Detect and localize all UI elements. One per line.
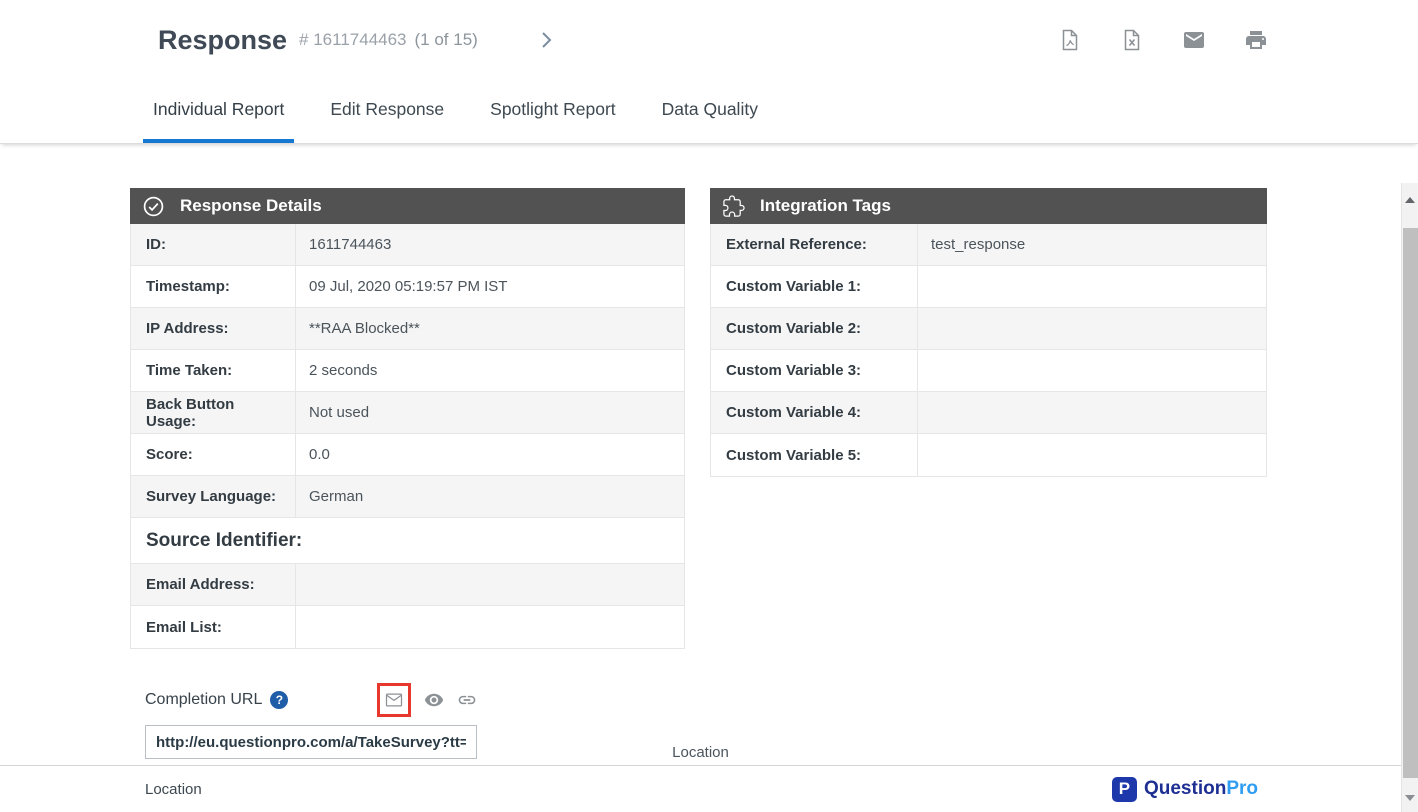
row-value: 2 seconds xyxy=(296,350,684,391)
tab-label: Data Quality xyxy=(662,99,758,120)
export-toolbar xyxy=(1058,28,1268,52)
row-label: Source Identifier: xyxy=(131,518,310,563)
row-label: Back Button Usage: xyxy=(131,392,296,433)
row-label: Email List: xyxy=(131,606,296,648)
report-tabs: Individual Report Edit Response Spotligh… xyxy=(0,80,1418,144)
table-row: External Reference: test_response xyxy=(711,224,1266,266)
row-value: test_response xyxy=(918,224,1266,265)
table-row: Custom Variable 2: xyxy=(711,308,1266,350)
row-value: 0.0 xyxy=(296,434,684,475)
row-value xyxy=(918,266,1266,307)
help-icon[interactable]: ? xyxy=(270,691,288,709)
envelope-icon xyxy=(384,690,404,710)
row-label: Custom Variable 4: xyxy=(711,392,918,433)
row-value xyxy=(296,606,684,648)
row-value: 1611744463 xyxy=(296,224,684,265)
row-value: 09 Jul, 2020 05:19:57 PM IST xyxy=(296,266,684,307)
chevron-right-icon xyxy=(534,28,558,52)
row-value xyxy=(296,564,684,605)
scroll-down-icon xyxy=(1405,795,1415,801)
brand-text-pro: Pro xyxy=(1226,778,1258,799)
questionpro-logo-mark: P xyxy=(1112,777,1137,802)
scroll-down-button[interactable] xyxy=(1402,789,1418,806)
scroll-up-icon xyxy=(1405,197,1415,203)
section-divider xyxy=(0,765,1403,766)
excel-export-icon[interactable] xyxy=(1120,28,1144,52)
print-icon[interactable] xyxy=(1244,28,1268,52)
footer-row: Location P QuestionPro xyxy=(145,775,1258,803)
completion-url-label: Completion URL xyxy=(145,691,262,709)
table-row: Score: 0.0 xyxy=(131,434,684,476)
tab-label: Edit Response xyxy=(330,99,444,120)
table-row: ID: 1611744463 xyxy=(131,224,684,266)
report-tab[interactable]: Edit Response xyxy=(320,80,454,143)
table-row: Custom Variable 5: xyxy=(711,434,1266,476)
response-details-panel: Response Details ID: 1611744463 Timestam… xyxy=(130,188,685,649)
row-value: Not used xyxy=(296,392,684,433)
scrollbar-thumb[interactable] xyxy=(1403,228,1418,778)
response-details-table: ID: 1611744463 Timestamp: 09 Jul, 2020 0… xyxy=(130,224,685,649)
puzzle-icon xyxy=(722,195,745,218)
table-row: Survey Language: German xyxy=(131,476,684,518)
row-value xyxy=(918,308,1266,349)
report-tab[interactable]: Individual Report xyxy=(143,80,294,143)
pdf-export-icon[interactable] xyxy=(1058,28,1082,52)
table-row: Custom Variable 1: xyxy=(711,266,1266,308)
copy-link-icon[interactable] xyxy=(457,690,477,710)
vertical-scrollbar[interactable] xyxy=(1401,183,1418,812)
row-value: **RAA Blocked** xyxy=(296,308,684,349)
table-row: Custom Variable 3: xyxy=(711,350,1266,392)
table-row: Source Identifier: xyxy=(131,518,684,564)
row-value xyxy=(918,392,1266,433)
table-row: Timestamp: 09 Jul, 2020 05:19:57 PM IST xyxy=(131,266,684,308)
table-row: IP Address: **RAA Blocked** xyxy=(131,308,684,350)
view-url-eye-icon[interactable] xyxy=(424,690,444,710)
row-label: External Reference: xyxy=(711,224,918,265)
table-row: Back Button Usage: Not used xyxy=(131,392,684,434)
response-id: # 1611744463 xyxy=(299,30,406,50)
row-label: Timestamp: xyxy=(131,266,296,307)
page-title: Response xyxy=(158,25,287,56)
row-label: Email Address: xyxy=(131,564,296,605)
table-row: Time Taken: 2 seconds xyxy=(131,350,684,392)
check-circle-icon xyxy=(142,195,165,218)
integration-tags-panel: Integration Tags External Reference: tes… xyxy=(710,188,1267,649)
report-tab[interactable]: Data Quality xyxy=(652,80,768,143)
row-label: Custom Variable 2: xyxy=(711,308,918,349)
row-label: IP Address: xyxy=(131,308,296,349)
response-position: (1 of 15) xyxy=(415,30,478,50)
scroll-up-button[interactable] xyxy=(1402,191,1418,208)
location-section-title: Location xyxy=(0,744,1401,761)
tab-label: Spotlight Report xyxy=(490,99,616,120)
tab-label: Individual Report xyxy=(153,99,284,120)
row-label: Custom Variable 3: xyxy=(711,350,918,391)
table-row: Email Address: xyxy=(131,564,684,606)
row-value xyxy=(918,350,1266,391)
row-value xyxy=(918,434,1266,476)
brand-text-question: Question xyxy=(1144,778,1226,799)
next-response-button[interactable] xyxy=(534,28,558,52)
panel-title: Integration Tags xyxy=(760,196,891,216)
table-row: Custom Variable 4: xyxy=(711,392,1266,434)
location-label: Location xyxy=(145,781,202,798)
send-url-email-button[interactable] xyxy=(377,683,411,717)
panel-title: Response Details xyxy=(180,196,322,216)
report-content: Response Details ID: 1611744463 Timestam… xyxy=(0,144,1418,812)
row-value: German xyxy=(296,476,684,517)
integration-tags-table: External Reference: test_response Custom… xyxy=(710,224,1267,477)
top-bar: Response # 1611744463 (1 of 15) xyxy=(0,0,1418,80)
row-label: Custom Variable 1: xyxy=(711,266,918,307)
row-label: Custom Variable 5: xyxy=(711,434,918,476)
row-label: Time Taken: xyxy=(131,350,296,391)
row-label: Score: xyxy=(131,434,296,475)
report-tab[interactable]: Spotlight Report xyxy=(480,80,626,143)
questionpro-logo[interactable]: P QuestionPro xyxy=(1112,777,1258,802)
table-row: Email List: xyxy=(131,606,684,648)
row-label: ID: xyxy=(131,224,296,265)
row-label: Survey Language: xyxy=(131,476,296,517)
email-icon[interactable] xyxy=(1182,28,1206,52)
